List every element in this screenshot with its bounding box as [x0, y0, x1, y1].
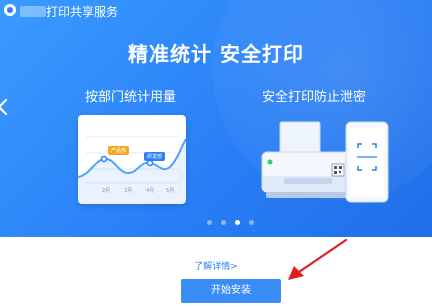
banner-headline: 精准统计 安全打印 [128, 42, 304, 66]
data-point [100, 155, 108, 163]
learn-more-link[interactable]: 了解详情> [0, 259, 432, 272]
qr-code-icon [331, 163, 345, 177]
x-axis-label: 2月 [102, 188, 111, 194]
left-arrow-icon[interactable] [0, 98, 12, 116]
redacted-brand [20, 6, 46, 17]
printer-illustration [261, 121, 389, 203]
x-axis-label: 3月 [124, 188, 133, 194]
annotation-arrow [288, 238, 348, 280]
logo-icon [4, 4, 16, 16]
carousel-dot[interactable] [207, 220, 212, 225]
feature-left-caption: 按部门统计用量 [85, 90, 177, 105]
tag-product-dept: 产品部 [108, 146, 130, 155]
x-axis-label: 5月 [166, 188, 175, 194]
carousel-dot[interactable] [249, 220, 254, 225]
banner: 打印共享服务 精准统计 安全打印 按部门统计用量 安全打印防止泄密 产品部 研发… [0, 0, 432, 237]
tag-rd-dept: 研发部 [144, 152, 166, 161]
start-install-button[interactable]: 开始安装 [181, 279, 281, 303]
carousel-dot[interactable] [221, 220, 226, 225]
data-point [146, 159, 154, 167]
x-axis-label: 4月 [146, 188, 155, 194]
usage-chart-card: 产品部 研发部 2月 3月 4月 5月 [78, 115, 186, 204]
carousel-dot-active[interactable] [235, 220, 240, 225]
printer-icon [261, 121, 355, 198]
feature-right-caption: 安全打印防止泄密 [262, 90, 367, 105]
phone-icon [345, 121, 389, 203]
carousel-indicators [207, 220, 267, 228]
title-bar: 打印共享服务 [0, 0, 432, 22]
app-title: 打印共享服务 [46, 5, 119, 19]
